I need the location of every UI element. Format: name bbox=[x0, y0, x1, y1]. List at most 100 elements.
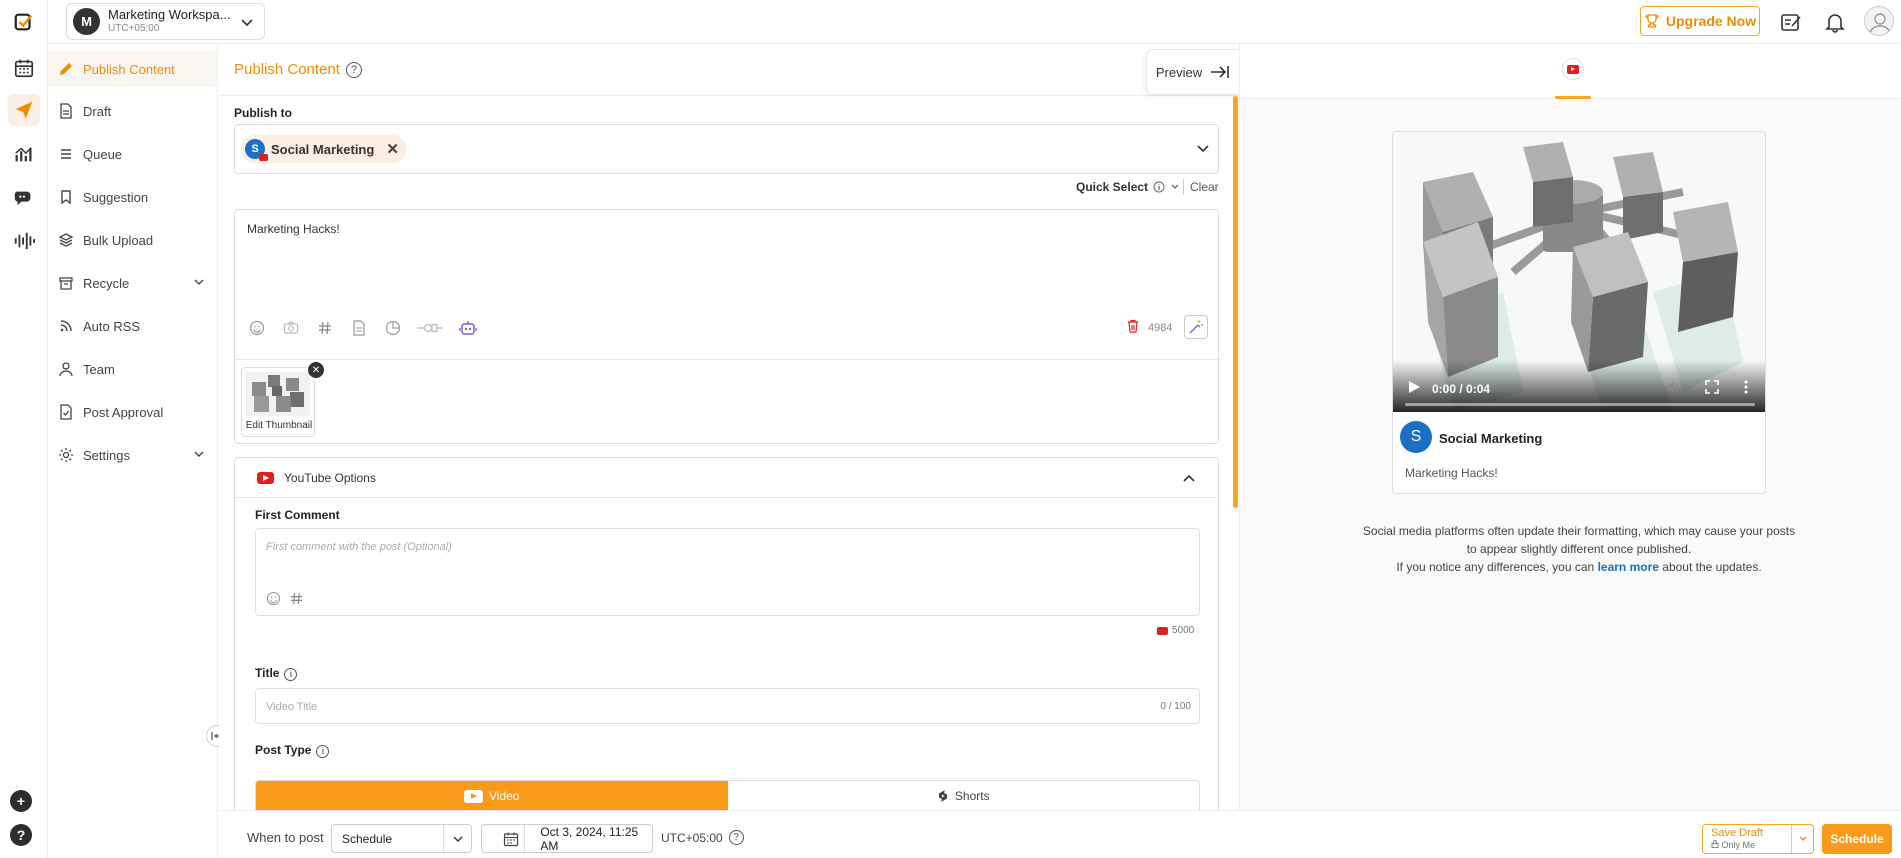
add-icon[interactable]: + bbox=[10, 790, 32, 812]
app-logo-icon[interactable] bbox=[8, 6, 40, 38]
editor-panel: Publish Content ? Preview Publish to S S… bbox=[219, 44, 1239, 810]
help-circle-icon[interactable]: ? bbox=[345, 61, 362, 78]
bell-icon[interactable] bbox=[1822, 9, 1848, 35]
bookmark-icon bbox=[57, 188, 75, 206]
emoji-icon[interactable] bbox=[266, 591, 281, 609]
hashtag-icon[interactable] bbox=[313, 316, 336, 339]
sidebar-item-suggestion[interactable]: Suggestion bbox=[48, 179, 217, 215]
upgrade-button[interactable]: Upgrade Now bbox=[1640, 6, 1760, 36]
chevron-down-icon bbox=[1197, 145, 1209, 153]
user-icon bbox=[57, 360, 75, 378]
pen-icon bbox=[57, 60, 75, 78]
sidebar-item-label: Publish Content bbox=[83, 61, 175, 77]
help-circle-icon[interactable]: ? bbox=[728, 830, 744, 845]
quick-select-dropdown[interactable]: Quick Select bbox=[1076, 180, 1180, 194]
schedule-type-select[interactable]: Schedule bbox=[331, 824, 472, 853]
sidebar-item-bulk-upload[interactable]: Bulk Upload bbox=[48, 222, 217, 258]
document-icon[interactable] bbox=[347, 316, 370, 339]
page-title: Publish Content bbox=[234, 61, 340, 78]
youtube-icon bbox=[464, 789, 483, 803]
info-icon[interactable]: i bbox=[316, 744, 330, 758]
inbox-chat-icon[interactable] bbox=[8, 182, 40, 214]
upgrade-label: Upgrade Now bbox=[1665, 13, 1757, 29]
post-text-area[interactable]: Marketing Hacks! bbox=[247, 222, 340, 236]
workspace-avatar: M bbox=[73, 8, 100, 35]
video-title-input[interactable]: Video Title 0 / 100 bbox=[255, 688, 1200, 724]
fullscreen-icon[interactable] bbox=[1705, 380, 1719, 397]
notes-edit-icon[interactable] bbox=[1778, 9, 1804, 35]
camera-icon[interactable] bbox=[279, 316, 302, 339]
sidebar-item-draft[interactable]: Draft bbox=[48, 93, 217, 129]
sidebar-item-publish-content[interactable]: Publish Content bbox=[48, 51, 217, 87]
sidebar-item-team[interactable]: Team bbox=[48, 351, 217, 387]
hashtag-icon[interactable] bbox=[289, 591, 304, 609]
calendar-icon bbox=[497, 825, 526, 852]
sidebar-item-label: Recycle bbox=[83, 275, 130, 291]
icon-rail: + ? bbox=[0, 0, 48, 858]
media-thumbnail[interactable]: Edit Thumbnail ✕ bbox=[241, 362, 324, 437]
publish-to-label: Publish to bbox=[234, 106, 292, 120]
sidebar-item-settings[interactable]: Settings bbox=[48, 437, 217, 473]
publish-send-icon[interactable] bbox=[8, 94, 40, 126]
selected-account-chip: S Social Marketing ✕ bbox=[241, 135, 407, 163]
preview-toggle-button[interactable]: Preview bbox=[1146, 49, 1239, 95]
sidebar-item-label: Queue bbox=[83, 146, 123, 162]
sidebar-item-queue[interactable]: Queue bbox=[48, 136, 217, 172]
magic-wand-icon[interactable] bbox=[1184, 315, 1208, 339]
youtube-icon bbox=[1157, 626, 1168, 635]
remove-media-icon[interactable]: ✕ bbox=[308, 362, 324, 378]
datetime-value: Oct 3, 2024, 11:25 AM bbox=[540, 824, 639, 853]
video-player[interactable]: 0:00 / 0:04 bbox=[1393, 132, 1765, 412]
divider bbox=[1183, 179, 1184, 195]
pie-chart-icon[interactable] bbox=[381, 316, 404, 339]
user-avatar[interactable] bbox=[1864, 6, 1894, 36]
sidebar-item-auto-rss[interactable]: Auto RSS bbox=[48, 308, 217, 344]
schedule-button[interactable]: Schedule bbox=[1822, 824, 1892, 854]
youtube-options-header[interactable]: YouTube Options bbox=[235, 458, 1218, 498]
chevron-down-icon bbox=[194, 279, 204, 285]
lock-icon bbox=[1711, 840, 1719, 848]
editor-scrollbar[interactable] bbox=[1233, 96, 1238, 508]
post-type-video[interactable]: Video bbox=[256, 781, 728, 810]
datetime-picker[interactable]: Oct 3, 2024, 11:25 AM bbox=[481, 824, 653, 853]
first-comment-input[interactable]: First comment with the post (Optional) bbox=[255, 528, 1200, 616]
clear-button[interactable]: Clear bbox=[1190, 180, 1219, 194]
preview-account-avatar: S bbox=[1400, 421, 1432, 453]
post-type-shorts[interactable]: Shorts bbox=[728, 781, 1200, 810]
sidebar-item-label: Auto RSS bbox=[83, 318, 141, 334]
save-draft-options-chevron[interactable] bbox=[1791, 825, 1813, 853]
listening-waveform-icon[interactable] bbox=[8, 225, 40, 257]
volume-icon[interactable] bbox=[1665, 380, 1681, 397]
sidebar-item-label: Post Approval bbox=[83, 404, 164, 420]
chevron-down-icon bbox=[443, 825, 471, 852]
analytics-icon[interactable] bbox=[8, 138, 40, 170]
more-vertical-icon[interactable] bbox=[1743, 380, 1749, 397]
youtube-options-title: YouTube Options bbox=[284, 470, 376, 485]
youtube-options-panel: YouTube Options First Comment First comm… bbox=[234, 457, 1219, 810]
sidebar-item-post-approval[interactable]: Post Approval bbox=[48, 394, 217, 430]
sidebar-item-label: Draft bbox=[83, 103, 112, 119]
first-comment-label: First Comment bbox=[255, 508, 340, 522]
video-progress-bar[interactable] bbox=[1405, 403, 1755, 406]
user-silhouette-icon bbox=[1869, 13, 1891, 35]
sidebar-item-label: Bulk Upload bbox=[83, 232, 154, 248]
play-icon[interactable] bbox=[1407, 380, 1421, 397]
character-count: 4984 bbox=[1148, 322, 1173, 334]
help-icon[interactable]: ? bbox=[10, 824, 32, 846]
trash-icon[interactable] bbox=[1126, 319, 1140, 336]
composer-box[interactable]: Marketing Hacks! 4984 Edit Thumbnail ✕ bbox=[234, 209, 1220, 444]
plug-connector-icon[interactable] bbox=[415, 316, 445, 339]
calendar-icon[interactable] bbox=[8, 52, 40, 84]
ai-robot-icon[interactable] bbox=[456, 316, 479, 339]
learn-more-link[interactable]: learn more bbox=[1598, 560, 1659, 574]
edit-thumbnail-label[interactable]: Edit Thumbnail bbox=[242, 420, 316, 431]
remove-account-icon[interactable]: ✕ bbox=[386, 140, 399, 158]
preview-card: 0:00 / 0:04 S Social Marketing Marketing… bbox=[1392, 131, 1766, 494]
preview-tab-youtube[interactable] bbox=[1555, 58, 1591, 99]
save-draft-button[interactable]: Save Draft Only Me bbox=[1702, 824, 1814, 854]
workspace-selector[interactable]: M Marketing Workspa... UTC+05:00 bbox=[66, 3, 265, 40]
sidebar-item-recycle[interactable]: Recycle bbox=[48, 265, 217, 301]
account-selector[interactable]: S Social Marketing ✕ bbox=[234, 124, 1219, 174]
info-icon[interactable]: i bbox=[284, 667, 298, 681]
emoji-icon[interactable] bbox=[245, 316, 268, 339]
